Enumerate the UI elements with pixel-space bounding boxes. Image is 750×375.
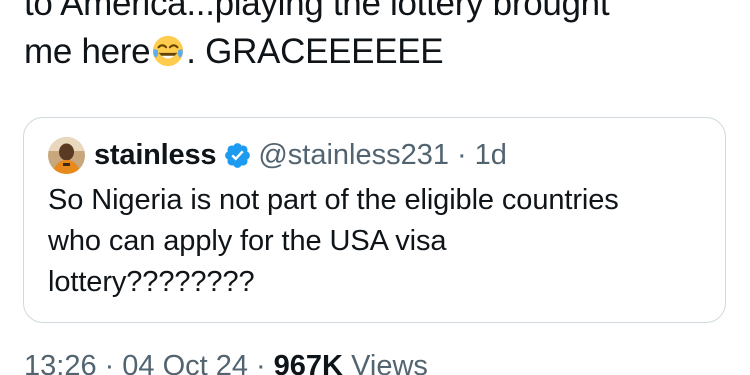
quoted-tweet-card[interactable]: stainless @stainless231 · 1d So Nigeria …	[23, 117, 726, 323]
quoted-timestamp[interactable]: 1d	[475, 139, 507, 172]
meta-separator: ·	[256, 350, 266, 375]
views-count[interactable]: 967K	[274, 350, 343, 375]
tweet-meta: 13:26 · 04 Oct 24 · 967K Views	[24, 350, 428, 375]
tweet-text-line-2: me here . GRACEEEEEE	[24, 28, 724, 76]
header-separator: ·	[456, 138, 467, 171]
quoted-text-line: So Nigeria is not part of the eligible c…	[48, 184, 619, 216]
quoted-text-line: lottery????????	[48, 266, 255, 298]
quoted-display-name[interactable]: stainless	[94, 139, 217, 172]
tweet-date[interactable]: 04 Oct 24	[122, 350, 248, 375]
tweet-text-line-2-end: . GRACEEEEEE	[186, 32, 444, 71]
tweet-text-line-1: to America...playing the lottery brought	[24, 0, 610, 23]
meta-separator: ·	[104, 350, 115, 375]
views-label: Views	[351, 350, 428, 375]
verified-badge-icon	[223, 141, 252, 170]
tweet-text: to America...playing the lottery brought…	[24, 0, 724, 76]
quoted-handle[interactable]: @stainless231	[258, 139, 449, 172]
quoted-text-line: who can apply for the USA visa	[48, 225, 447, 257]
quoted-tweet-text: So Nigeria is not part of the eligible c…	[48, 180, 708, 303]
face-with-tears-of-joy-icon	[151, 34, 185, 68]
tweet-time[interactable]: 13:26	[24, 350, 97, 375]
quoted-tweet-header: stainless @stainless231 · 1d	[48, 135, 507, 175]
tweet-text-line-2-start: me here	[24, 32, 151, 71]
avatar[interactable]	[48, 136, 85, 174]
